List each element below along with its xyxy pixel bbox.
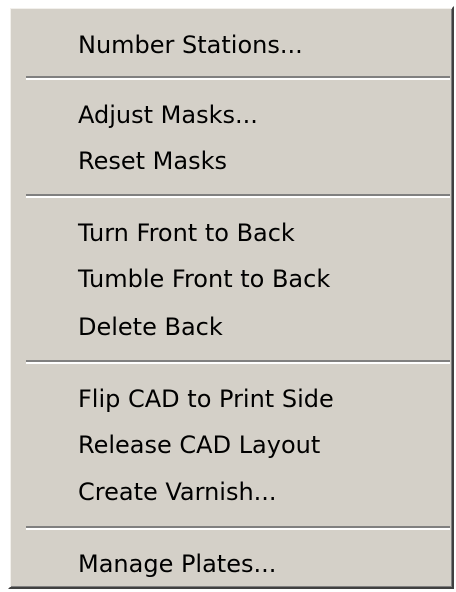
menu-item-release-cad-layout[interactable]: Release CAD Layout <box>18 424 444 466</box>
context-menu: Number Stations... Adjust Masks... Reset… <box>8 6 454 589</box>
menu-item-turn-front-to-back[interactable]: Turn Front to Back <box>18 212 444 254</box>
menu-separator <box>26 360 450 364</box>
menu-item-number-stations[interactable]: Number Stations... <box>18 24 444 66</box>
menu-item-create-varnish[interactable]: Create Varnish... <box>18 471 444 513</box>
menu-item-manage-plates[interactable]: Manage Plates... <box>18 543 444 585</box>
menu-separator <box>26 76 450 80</box>
menu-separator <box>26 194 450 198</box>
menu-item-reset-masks[interactable]: Reset Masks <box>18 140 444 182</box>
menu-separator <box>26 526 450 530</box>
menu-item-tumble-front-to-back[interactable]: Tumble Front to Back <box>18 258 444 300</box>
menu-item-flip-cad-to-print-side[interactable]: Flip CAD to Print Side <box>18 378 444 420</box>
menu-item-adjust-masks[interactable]: Adjust Masks... <box>18 94 444 136</box>
menu-item-delete-back[interactable]: Delete Back <box>18 306 444 348</box>
